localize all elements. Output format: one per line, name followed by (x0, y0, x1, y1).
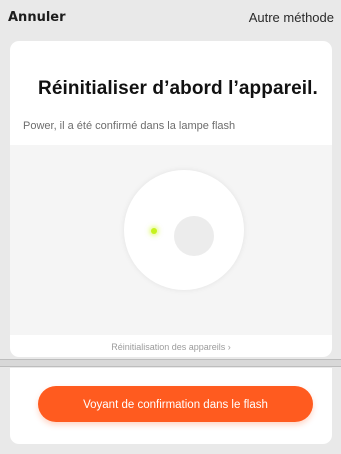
indicator-light-icon (151, 228, 157, 234)
reset-help-link[interactable]: Réinitialisation des appareils › (10, 342, 332, 352)
cancel-button[interactable]: Annuler (8, 10, 66, 25)
device-illustration (10, 145, 332, 335)
device-image (124, 170, 244, 290)
top-bar: Annuler Autre méthode (0, 0, 341, 32)
confirm-flash-button[interactable]: Voyant de confirmation dans le flash (38, 386, 313, 422)
other-method-button[interactable]: Autre méthode (249, 10, 334, 25)
reset-instructions-card: Réinitialiser d’abord l’appareil. Power,… (10, 41, 332, 357)
page-title: Réinitialiser d’abord l’appareil. (38, 78, 318, 99)
section-divider (0, 359, 341, 367)
action-panel: Voyant de confirmation dans le flash (10, 368, 332, 444)
power-button-icon (174, 216, 214, 256)
instruction-text: Power, il a été confirmé dans la lampe f… (23, 120, 236, 132)
